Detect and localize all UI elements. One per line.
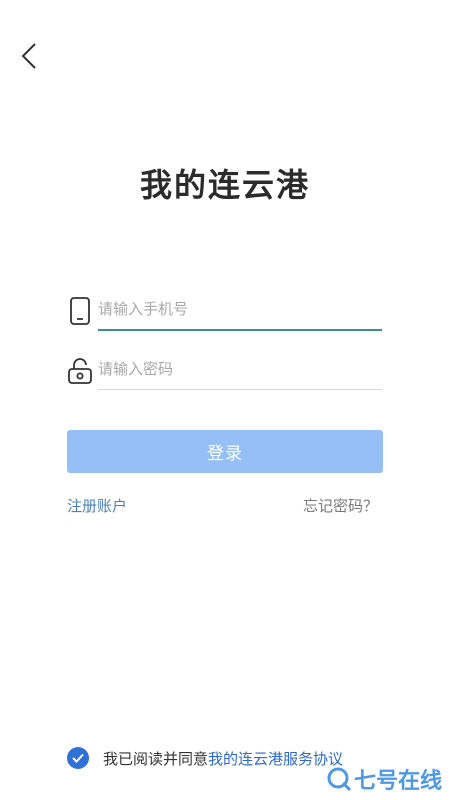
app-title: 我的连云港 (139, 166, 310, 204)
forgot-password-link[interactable]: 忘记密码？ (303, 495, 378, 516)
chevron-left-icon (21, 43, 36, 69)
phone-input-underline (98, 329, 382, 331)
watermark-logo-icon (327, 767, 352, 792)
lock-icon (66, 356, 94, 386)
back-button[interactable] (14, 40, 44, 72)
check-icon (72, 753, 84, 763)
service-agreement-link[interactable]: 我的连云港服务协议 (208, 748, 343, 769)
password-input-underline (98, 389, 382, 390)
password-input[interactable] (98, 354, 382, 384)
register-link[interactable]: 注册账户 (67, 495, 127, 516)
agreement-row: 我已阅读并同意 我的连云港服务协议 (67, 746, 343, 770)
watermark-text: 七号在线 (353, 769, 442, 794)
watermark: 七号在线 (326, 762, 442, 796)
agreement-text: 我已阅读并同意 (103, 749, 209, 768)
password-field (66, 354, 384, 390)
login-button[interactable]: 登录 (67, 430, 383, 473)
agreement-checkbox[interactable] (67, 747, 89, 769)
phone-input[interactable] (98, 294, 382, 324)
mobile-phone-icon (66, 296, 94, 326)
phone-field (66, 294, 384, 331)
